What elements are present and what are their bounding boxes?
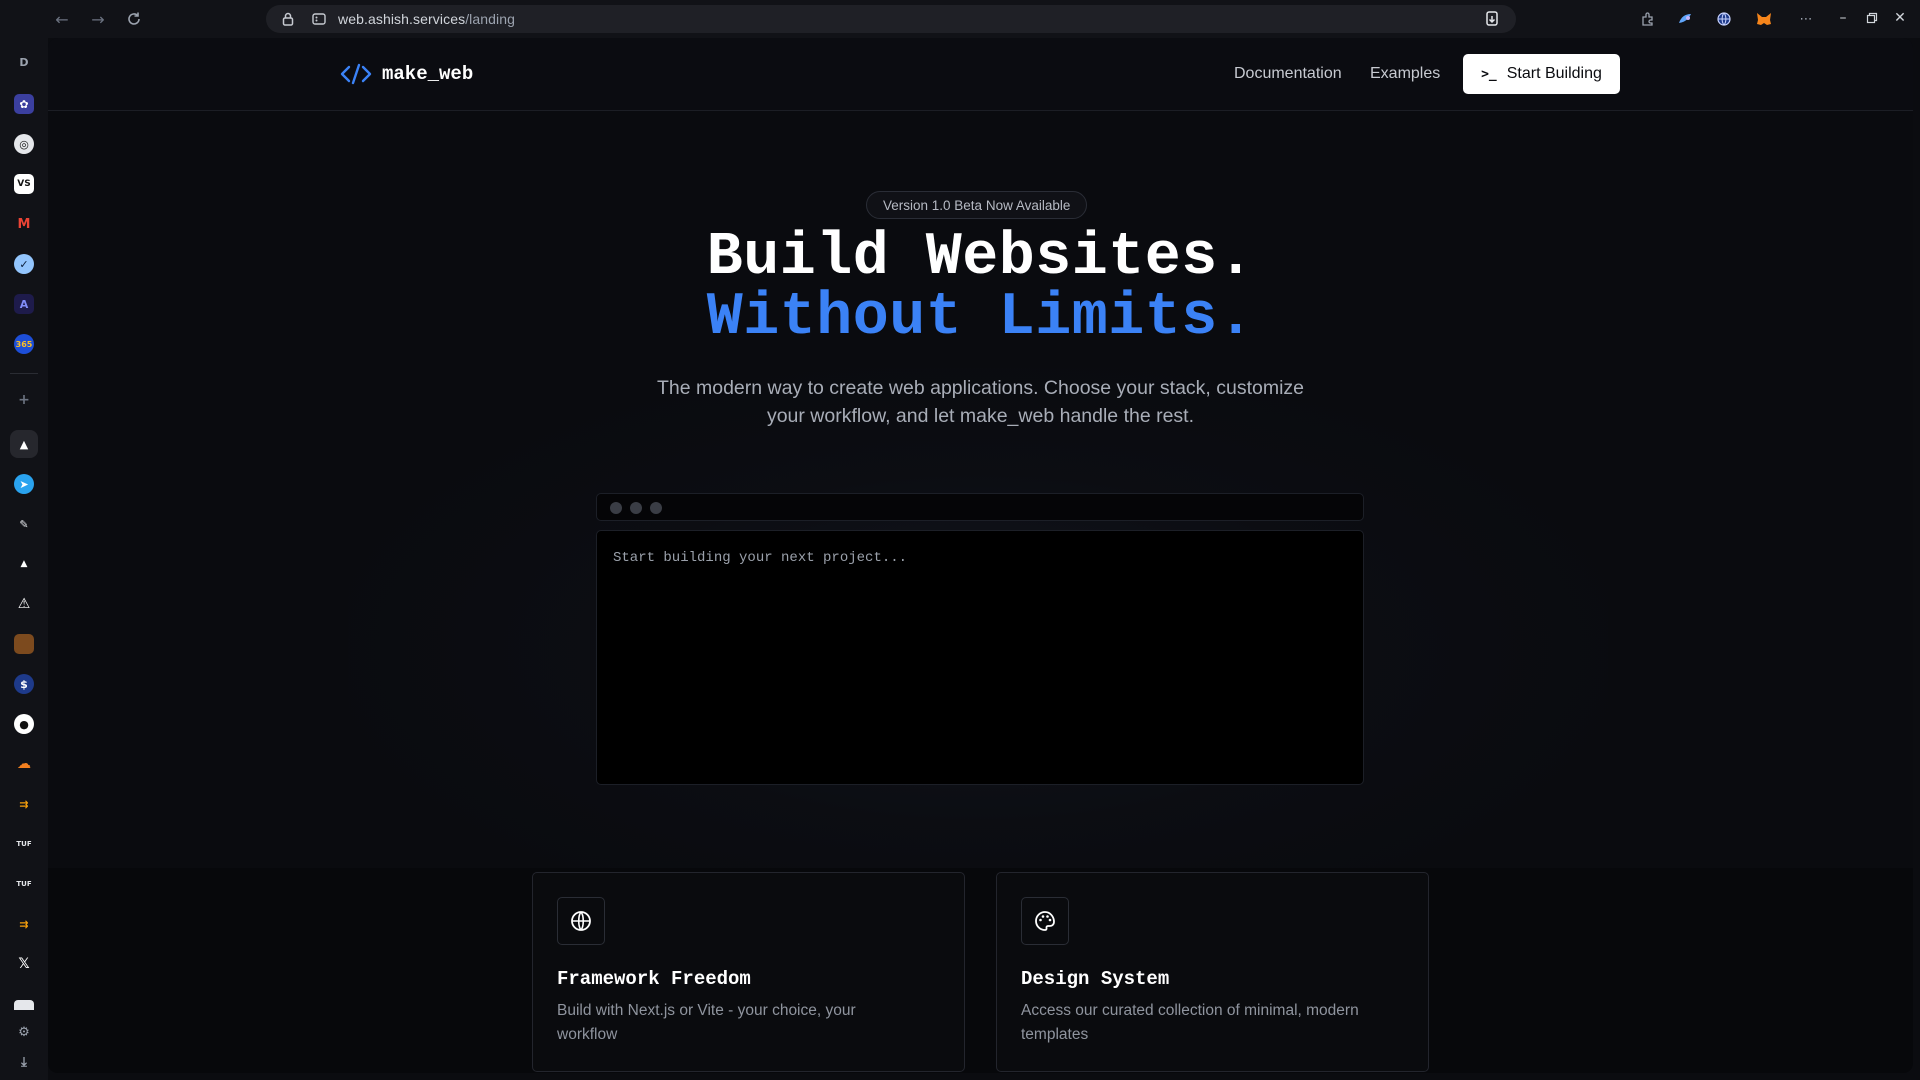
vscode-web-app-icon[interactable]: VS <box>14 174 34 194</box>
arrow-app-2-icon[interactable]: ⇉ <box>14 914 34 934</box>
more-icon[interactable]: ⋯ <box>1796 9 1816 29</box>
url-path: /landing <box>465 11 516 27</box>
project-prompt-input[interactable]: Start building your next project... <box>596 530 1364 785</box>
feature-card-design-system: Design System Access our curated collect… <box>996 872 1429 1072</box>
hero-subtitle-line-1: The modern way to create web application… <box>656 377 1305 399</box>
sidebar-settings-icon[interactable]: ⚙ <box>14 1022 34 1042</box>
url-text[interactable]: web.ashish.services/landing <box>338 11 515 27</box>
site-settings-icon[interactable] <box>311 11 327 27</box>
sidebar-divider <box>10 373 38 374</box>
brand-logo[interactable]: make_web <box>340 62 473 86</box>
app-22-icon[interactable] <box>14 1000 34 1010</box>
notes-app-icon[interactable] <box>14 634 34 654</box>
telegram-app-icon[interactable]: ➤ <box>14 474 34 494</box>
hero-subtitle-line-2: your workflow, and let make_web handle t… <box>766 405 1195 427</box>
lock-icon[interactable] <box>280 11 296 27</box>
github-app-icon[interactable]: ● <box>14 714 34 734</box>
hero-title-line-1: Build Websites. <box>706 224 1255 292</box>
feature-description: Build with Next.js or Vite - your choice… <box>557 1002 856 1043</box>
terminal-dot-2 <box>630 502 642 514</box>
add-app-icon[interactable]: + <box>14 390 34 410</box>
project-prompt-placeholder: Start building your next project... <box>613 550 908 566</box>
tuf-app-2-icon[interactable]: TUF <box>14 874 34 894</box>
chatgpt-app-icon[interactable]: ✿ <box>14 94 34 114</box>
app-2-icon[interactable]: ◎ <box>14 134 34 154</box>
nav-link-examples[interactable]: Examples <box>1370 65 1440 83</box>
globe-icon <box>557 897 605 945</box>
translate-app-icon[interactable]: A <box>14 294 34 314</box>
version-badge: Version 1.0 Beta Now Available <box>866 191 1088 219</box>
downloads-icon[interactable]: ⤓ <box>14 1052 34 1072</box>
reload-icon[interactable] <box>119 4 149 34</box>
cloudflare-app-icon[interactable]: ☁ <box>14 754 34 774</box>
restore-icon[interactable] <box>1860 6 1884 30</box>
tuf-app-1-icon[interactable]: TUF <box>14 834 34 854</box>
vpn-globe-icon[interactable] <box>1714 9 1734 29</box>
install-app-icon[interactable] <box>1484 10 1502 28</box>
x-app-icon[interactable]: 𝕏 <box>14 954 34 974</box>
browser-toolbar: ← → web.ashish.services/landing ⋯ – ✕ <box>0 0 1920 38</box>
browser-sidebar: D ✿ ◎ VS M ✓ A 365 + ▲ ➤ ✎ ▲ ⚠ $ ● ☁ ⇉ T… <box>0 38 48 1080</box>
nav-link-documentation[interactable]: Documentation <box>1234 65 1342 83</box>
features-section <box>48 868 1913 1073</box>
hero-subtitle: The modern way to create web application… <box>48 374 1913 430</box>
site-header: make_web Documentation Examples >_ Start… <box>48 38 1913 111</box>
app-7-icon[interactable]: 365 <box>14 334 34 354</box>
terminal-dot-1 <box>610 502 622 514</box>
feature-title: Design System <box>1021 968 1170 990</box>
warning-app-icon[interactable]: ⚠ <box>14 594 34 614</box>
start-building-label: Start Building <box>1506 65 1602 82</box>
code-icon <box>340 62 372 86</box>
gmail-app-icon[interactable]: M <box>14 214 34 234</box>
feature-card-framework: Framework Freedom Build with Next.js or … <box>532 872 965 1072</box>
back-icon[interactable]: ← <box>47 4 77 34</box>
close-icon[interactable]: ✕ <box>1888 6 1912 30</box>
terminal-titlebar <box>596 493 1364 521</box>
url-host: web.ashish.services <box>338 11 466 27</box>
profile-avatar[interactable]: D <box>14 52 34 72</box>
finance-app-icon[interactable]: $ <box>14 674 34 694</box>
terminal-dot-3 <box>650 502 662 514</box>
start-building-button[interactable]: >_ Start Building <box>1463 54 1620 94</box>
tasks-app-icon[interactable]: ✓ <box>14 254 34 274</box>
brand-name: make_web <box>382 63 474 85</box>
triangle-app-icon[interactable]: ▲ <box>14 554 34 574</box>
hero-title-line-2: Without Limits. <box>706 284 1255 352</box>
forward-icon[interactable]: → <box>83 4 113 34</box>
address-bar[interactable]: web.ashish.services/landing <box>266 5 1516 33</box>
extensions-icon[interactable] <box>1638 9 1658 29</box>
copilot-icon[interactable] <box>1676 9 1696 29</box>
vercel-app-icon[interactable]: ▲ <box>10 430 38 458</box>
feature-description: Access our curated collection of minimal… <box>1021 1002 1359 1043</box>
minimize-icon[interactable]: – <box>1831 6 1855 30</box>
page-viewport: make_web Documentation Examples >_ Start… <box>48 38 1913 1073</box>
pen-app-icon[interactable]: ✎ <box>14 514 34 534</box>
metamask-icon[interactable] <box>1754 9 1774 29</box>
feature-title: Framework Freedom <box>557 968 751 990</box>
terminal-icon: >_ <box>1481 66 1497 82</box>
arrow-app-1-icon[interactable]: ⇉ <box>14 794 34 814</box>
palette-icon <box>1021 897 1069 945</box>
